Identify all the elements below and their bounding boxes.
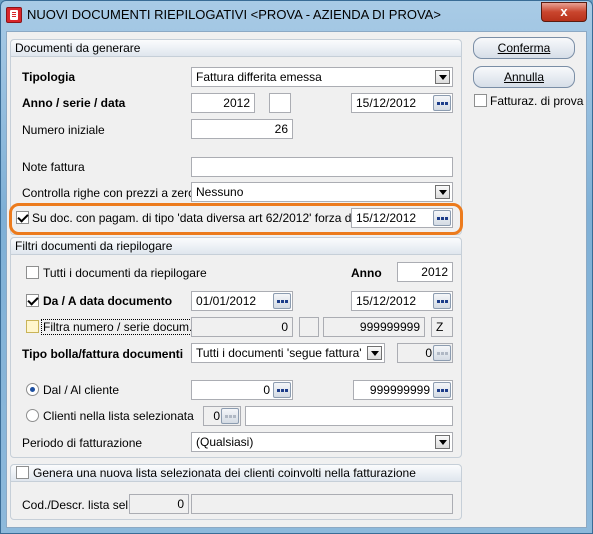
tipo-bolla-extra-value: 0: [425, 346, 432, 360]
annulla-button[interactable]: Annulla: [473, 66, 575, 88]
app-document-icon: [6, 7, 22, 23]
filtra-numero-checkbox[interactable]: [26, 320, 39, 333]
periodo-value: (Qualsiasi): [196, 435, 254, 449]
clienti-lista-label: Clienti nella lista selezionata: [43, 409, 194, 423]
forza-data-label: Su doc. con pagam. di tipo 'data diversa…: [32, 211, 369, 225]
note-fattura-input[interactable]: [191, 157, 453, 177]
cliente-da-value: 0: [263, 383, 270, 397]
data-documento-value: 15/12/2012: [356, 96, 417, 110]
note-fattura-label: Note fattura: [22, 160, 85, 174]
forza-data-value: 15/12/2012: [356, 211, 417, 225]
fatturaz-prova-label: Fatturaz. di prova: [490, 94, 584, 108]
group-header: Genera una nuova lista selezionata dei c…: [11, 465, 461, 482]
calendar-lookup-icon[interactable]: [433, 95, 451, 111]
serie-a-input[interactable]: Z: [431, 317, 453, 337]
dialog-window: NUOVI DOCUMENTI RIEPILOGATIVI <PROVA - A…: [0, 0, 593, 534]
lookup-icon[interactable]: [221, 408, 239, 424]
cliente-a-value: 999999999: [369, 383, 430, 397]
dal-al-cliente-radio[interactable]: [26, 383, 39, 396]
lookup-icon[interactable]: [433, 382, 451, 398]
genera-lista-checkbox[interactable]: [16, 466, 29, 479]
tutti-documenti-checkbox[interactable]: [26, 266, 39, 279]
cod-lista-input[interactable]: 0: [129, 494, 189, 514]
anno-serie-data-label: Anno / serie / data: [22, 96, 126, 110]
da-data-input[interactable]: 01/01/2012: [191, 291, 293, 311]
da-a-data-label: Da / A data documento: [43, 294, 173, 308]
tipologia-select[interactable]: Fattura differita emessa: [191, 67, 453, 87]
clienti-lista-code-value: 0: [213, 409, 220, 423]
periodo-select[interactable]: (Qualsiasi): [191, 432, 453, 452]
tipo-bolla-value: Tutti i documenti 'segue fattura': [196, 346, 362, 360]
da-a-data-checkbox[interactable]: [26, 294, 39, 307]
a-data-value: 15/12/2012: [356, 294, 417, 308]
calendar-lookup-icon[interactable]: [433, 293, 451, 309]
anno-filtro-label: Anno: [351, 266, 382, 280]
chevron-down-icon[interactable]: [367, 346, 382, 360]
forza-data-input[interactable]: 15/12/2012: [351, 208, 453, 228]
controlla-righe-label: Controlla righe con prezzi a zero: [22, 186, 195, 200]
close-button[interactable]: x: [541, 2, 587, 22]
tipo-bolla-select[interactable]: Tutti i documenti 'segue fattura': [191, 343, 385, 363]
calendar-lookup-icon[interactable]: [433, 210, 451, 226]
chevron-down-icon[interactable]: [435, 185, 450, 199]
anno-input[interactable]: 2012: [191, 93, 255, 113]
tipologia-value: Fattura differita emessa: [196, 70, 322, 84]
clienti-lista-descr-input[interactable]: [245, 406, 453, 426]
data-documento-input[interactable]: 15/12/2012: [351, 93, 453, 113]
cliente-da-input[interactable]: 0: [191, 380, 293, 400]
numero-iniziale-label: Numero iniziale: [22, 123, 105, 137]
numero-a-input[interactable]: 999999999: [323, 317, 425, 337]
dialog-body: Documenti da generare Tipologia Fattura …: [6, 31, 587, 528]
numero-da-input[interactable]: 0: [191, 317, 293, 337]
title-bar[interactable]: NUOVI DOCUMENTI RIEPILOGATIVI <PROVA - A…: [1, 1, 592, 29]
calendar-lookup-icon[interactable]: [273, 293, 291, 309]
cliente-a-input[interactable]: 999999999: [353, 380, 453, 400]
lookup-icon[interactable]: [273, 382, 291, 398]
periodo-label: Periodo di fatturazione: [22, 436, 143, 450]
filtra-numero-label: Filtra numero / serie docum.: [41, 319, 195, 335]
tipo-bolla-label: Tipo bolla/fattura documenti: [22, 347, 184, 361]
descr-lista-input[interactable]: [191, 494, 453, 514]
fatturaz-prova-checkbox[interactable]: [474, 94, 487, 107]
clienti-lista-radio[interactable]: [26, 409, 39, 422]
controlla-righe-value: Nessuno: [196, 185, 244, 199]
chevron-down-icon[interactable]: [435, 70, 450, 84]
conferma-button[interactable]: Conferma: [473, 37, 575, 59]
chevron-down-icon[interactable]: [435, 435, 450, 449]
tipologia-label: Tipologia: [22, 70, 76, 84]
dal-al-cliente-label: Dal / Al cliente: [43, 383, 120, 397]
anno-filtro-input[interactable]: 2012: [397, 262, 453, 282]
group-header: Filtri documenti da riepilogare: [11, 238, 461, 255]
forza-data-checkbox[interactable]: [16, 211, 29, 224]
da-data-value: 01/01/2012: [196, 294, 257, 308]
serie-da-input[interactable]: [299, 317, 319, 337]
clienti-lista-code-input[interactable]: 0: [203, 406, 241, 426]
lookup-icon[interactable]: [433, 345, 451, 361]
tutti-documenti-label: Tutti i documenti da riepilogare: [43, 266, 207, 280]
controlla-righe-select[interactable]: Nessuno: [191, 182, 453, 202]
window-title: NUOVI DOCUMENTI RIEPILOGATIVI <PROVA - A…: [27, 7, 441, 22]
tipo-bolla-extra-input[interactable]: 0: [397, 343, 453, 363]
numero-iniziale-input[interactable]: 26: [191, 119, 293, 139]
cod-descr-label: Cod./Descr. lista sel.: [22, 498, 132, 512]
group-header: Documenti da generare: [11, 40, 461, 57]
serie-input[interactable]: [269, 93, 291, 113]
a-data-input[interactable]: 15/12/2012: [351, 291, 453, 311]
